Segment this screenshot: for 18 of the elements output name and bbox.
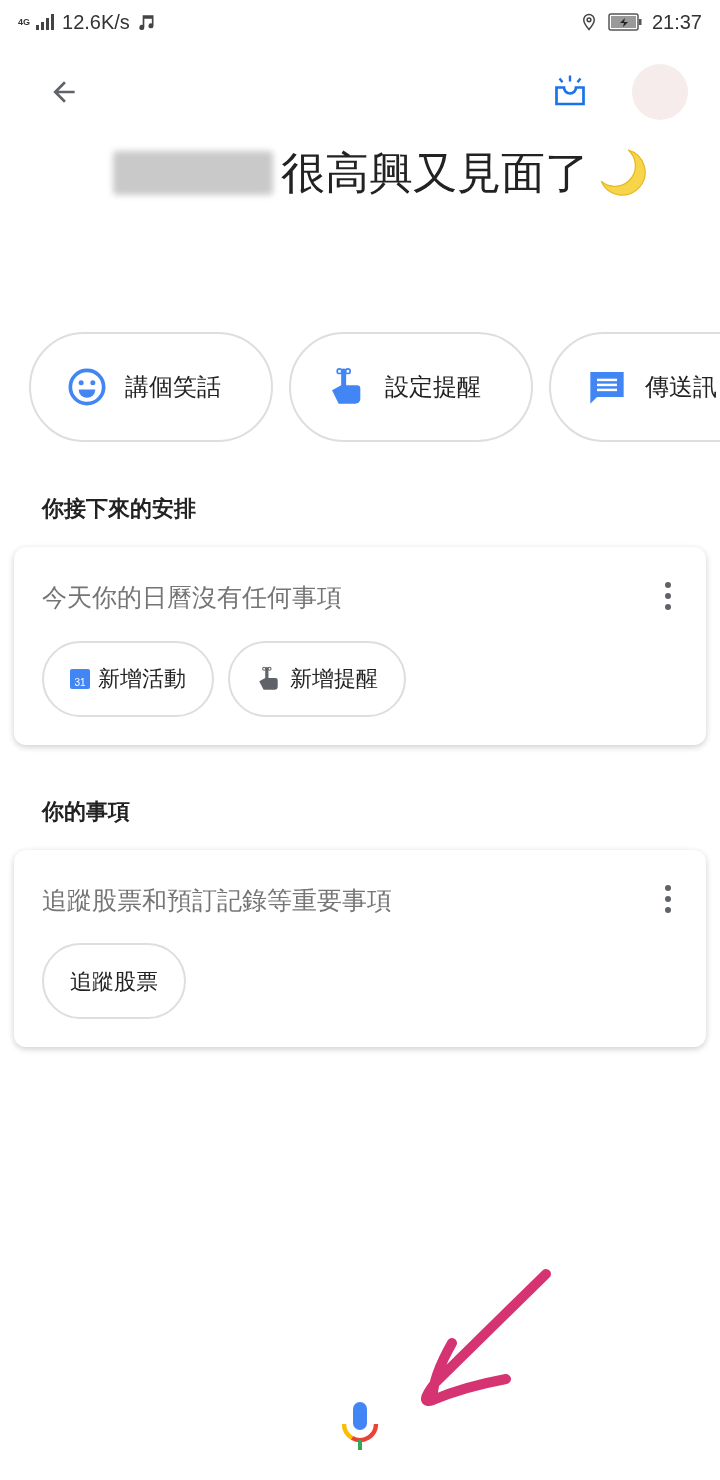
suggestion-chip[interactable]: 傳送訊: [549, 332, 720, 442]
greeting-text: 很高興又見面了: [281, 147, 589, 199]
signal-icon: [36, 14, 56, 30]
smiley-icon: [67, 367, 107, 407]
network-speed: 12.6K/s: [62, 10, 130, 35]
suggestion-chip[interactable]: 設定提醒: [289, 332, 533, 442]
action-chip[interactable]: 追蹤股票: [42, 943, 186, 1019]
card-message: 追蹤股票和預訂記錄等重要事項: [42, 884, 392, 916]
network-label: 4G: [18, 17, 30, 27]
section-heading: 你的事項: [40, 797, 131, 826]
action-chip[interactable]: 31 新增活動: [42, 640, 214, 717]
action-chip[interactable]: 新增提醒: [228, 640, 406, 717]
card-message: 今天你的日曆沒有任何事項: [42, 582, 342, 613]
calendar-icon: 31: [70, 668, 90, 689]
clock-time: 21:37: [651, 10, 702, 35]
battery-icon: [607, 13, 642, 31]
section-heading: 你接下來的安排: [40, 495, 197, 523]
suggestion-chip[interactable]: 講個笑話: [29, 332, 273, 442]
